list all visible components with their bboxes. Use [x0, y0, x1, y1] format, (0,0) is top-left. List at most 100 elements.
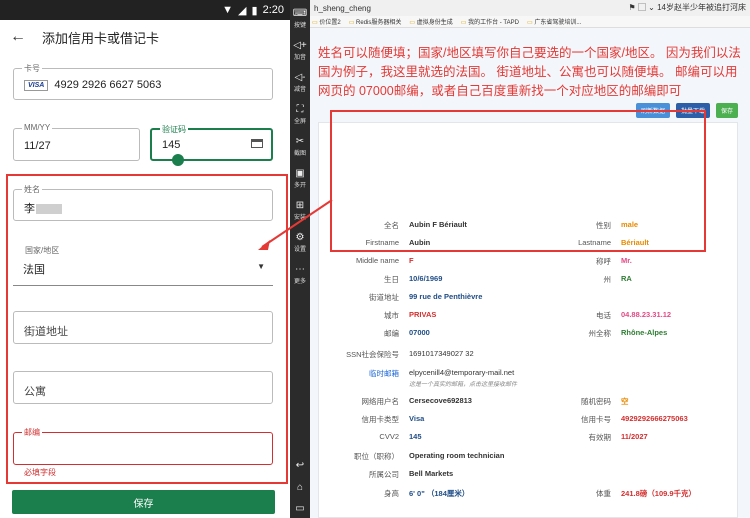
expiry-field[interactable]: MM/YY 11/27 — [13, 123, 140, 161]
back-icon: ↩ — [295, 460, 305, 471]
sidebar-item-install[interactable]: ⊞ 安装 — [290, 200, 310, 221]
battery-icon: ▮ — [251, 4, 258, 17]
dropdown-arrow-icon: ▼ — [257, 262, 265, 271]
emulator-sidebar: ⌨ 按键 ◁+ 加音 ◁- 减音 ⛶ 全屏 ✂ 截图 ▣ 多开 ⊞ 安装 ⚙ 设置 ⋯ 更多 ↩ … — [290, 0, 310, 518]
temp-email-label[interactable]: 临时邮箱 — [319, 368, 399, 379]
country-value: 法国 — [23, 264, 45, 276]
height-label: 身高 — [384, 489, 399, 498]
bookmark-item[interactable]: 价位置2 — [312, 17, 340, 26]
signal-icon: ◢ — [238, 4, 247, 17]
bookmark-item[interactable]: 广东省驾驶培训... — [527, 17, 581, 26]
ssn-value: 1691017349027 32 — [409, 349, 474, 358]
sidebar-item-label: 加音 — [293, 55, 306, 61]
weight-label: 体重 — [596, 489, 611, 498]
bookmark-item[interactable]: 虚拟身份生成 — [409, 17, 453, 26]
sidebar-item-volume-down[interactable]: ◁- 减音 — [290, 72, 310, 93]
state-full-value: Rhône-Alpes — [621, 328, 668, 337]
recents-icon: ▭ — [295, 503, 305, 514]
nav-home[interactable]: ⌂ — [290, 482, 310, 494]
page-title: 添加信用卡或借记卡 — [42, 30, 160, 46]
temp-email-note[interactable]: 这是一个真实的邮箱，点击这里接收邮件 — [409, 379, 517, 388]
middle-name-label: Middle name — [356, 256, 399, 265]
name-field[interactable]: 姓名 李 — [13, 184, 273, 221]
state-value: RA — [621, 274, 632, 283]
sidebar-item-keyboard[interactable]: ⌨ 按键 — [290, 8, 310, 29]
card-number-value-web: 4929292666275063 — [621, 414, 688, 423]
birthday-value: 10/6/1969 — [409, 274, 443, 283]
fullscreen-icon: ⛶ — [296, 104, 304, 115]
sidebar-item-screenshot[interactable]: ✂ 截图 — [290, 136, 310, 157]
card-number-value: 4929 2926 6627 5063 — [54, 79, 162, 91]
phone-screen: ▼ ◢ ▮ 2:20 ← 添加信用卡或借记卡 卡号 VISA 4929 2926 … — [0, 0, 290, 518]
cvv2-label: CVV2 — [379, 432, 399, 441]
sidebar-item-label: 截图 — [293, 151, 306, 157]
highlight-box-fields — [330, 110, 706, 252]
text-cursor-handle[interactable] — [172, 154, 184, 166]
street-field[interactable]: 街道地址 — [13, 311, 273, 344]
more-icon: ⋯ — [295, 264, 305, 275]
visa-logo-icon: VISA — [24, 79, 49, 91]
save-button[interactable]: 保存 — [12, 490, 275, 514]
random-password-value: 空 — [621, 397, 629, 406]
company-label: 所属公司 — [369, 470, 399, 479]
ssn-label: SSN社会保险号 — [346, 350, 399, 359]
name-value: 李 — [24, 203, 35, 215]
status-bar: ▼ ◢ ▮ 2:20 — [0, 0, 290, 20]
bookmark-item[interactable]: 我的工作台 - TAPD — [461, 17, 519, 26]
save-data-button[interactable]: 保存 — [715, 103, 738, 118]
volume-down-icon: ◁- — [294, 72, 306, 83]
birthday-label: 生日 — [384, 275, 399, 284]
tab-title[interactable]: h_sheng_cheng — [314, 4, 371, 13]
username-label: 网络用户名 — [361, 397, 400, 406]
occupation-value: Operating room technician — [409, 451, 505, 460]
bookmark-item[interactable]: Redis服务器相关 — [349, 17, 401, 26]
street-label: 街道地址 — [369, 293, 399, 302]
apartment-field[interactable]: 公寓 — [13, 371, 273, 404]
state-label: 州 — [603, 275, 612, 284]
card-number-field[interactable]: 卡号 VISA 4929 2926 6627 5063 — [13, 63, 273, 100]
expiry-value-web: 11/2027 — [621, 432, 648, 441]
card-type-value: Visa — [409, 414, 425, 423]
card-type-label: 信用卡类型 — [361, 415, 400, 424]
sidebar-item-label: 全屏 — [293, 119, 306, 125]
cvv2-value: 145 — [409, 432, 422, 441]
random-password-label: 随机密码 — [581, 397, 611, 406]
news-ticker[interactable]: 14岁赵半少年被追打河床 — [657, 3, 746, 12]
cvv-field[interactable]: 验证码 145 — [150, 124, 273, 166]
nav-back[interactable]: ↩ — [290, 460, 310, 472]
title-value: Mr. — [621, 256, 632, 265]
sidebar-item-fullscreen[interactable]: ⛶ 全屏 — [290, 104, 310, 125]
country-select[interactable]: 国家/地区 法国 ▼ — [13, 245, 273, 286]
expiry-value: 11/27 — [24, 140, 51, 152]
cvv-value: 145 — [162, 139, 181, 151]
card-number-label-web: 信用卡号 — [581, 415, 611, 424]
bookmarks-bar: 价位置2 Redis服务器相关 虚拟身份生成 我的工作台 - TAPD 广东省驾… — [310, 16, 750, 28]
name-label: 姓名 — [22, 184, 42, 195]
sidebar-item-settings[interactable]: ⚙ 设置 — [290, 232, 310, 253]
postal-code-field[interactable]: 邮编 — [13, 427, 273, 465]
sidebar-item-volume-up[interactable]: ◁+ 加音 — [290, 40, 310, 61]
street-placeholder: 街道地址 — [24, 326, 68, 338]
sidebar-item-more[interactable]: ⋯ 更多 — [290, 264, 310, 285]
wifi-icon: ▼ — [222, 4, 234, 16]
weight-value: 241.8磅（109.9千克） — [621, 489, 697, 498]
window-controls[interactable]: ⚑ ▢ ⌄ — [629, 3, 658, 12]
city-label: 城市 — [384, 311, 399, 320]
page-content: 姓名可以随便填；国家/地区填写你自己要选的一个国家/地区。 因为我们以法国为例子… — [310, 28, 750, 518]
postal-error-text: 必填字段 — [24, 468, 56, 477]
nav-recents[interactable]: ▭ — [290, 503, 310, 515]
height-value: 6' 0" （184厘米） — [409, 489, 470, 498]
occupation-label: 职位（职称） — [354, 452, 399, 461]
city-value: PRIVAS — [409, 310, 437, 319]
sidebar-item-multi[interactable]: ▣ 多开 — [290, 168, 310, 189]
title-label: 称呼 — [596, 257, 611, 266]
zip-label: 邮编 — [384, 329, 399, 338]
temp-email-value[interactable]: elpycenill4@temporary-mail.net — [409, 368, 514, 377]
app-bar: ← 添加信用卡或借记卡 — [0, 20, 290, 54]
home-icon: ⌂ — [296, 482, 304, 493]
multi-instance-icon: ▣ — [295, 168, 305, 179]
back-arrow-icon[interactable]: ← — [10, 28, 26, 46]
postal-code-label: 邮编 — [22, 427, 42, 438]
browser-window: h_sheng_cheng ⚑ ▢ ⌄ 14岁赵半少年被追打河床 价位置2 Re… — [310, 0, 750, 518]
install-icon: ⊞ — [295, 200, 305, 211]
